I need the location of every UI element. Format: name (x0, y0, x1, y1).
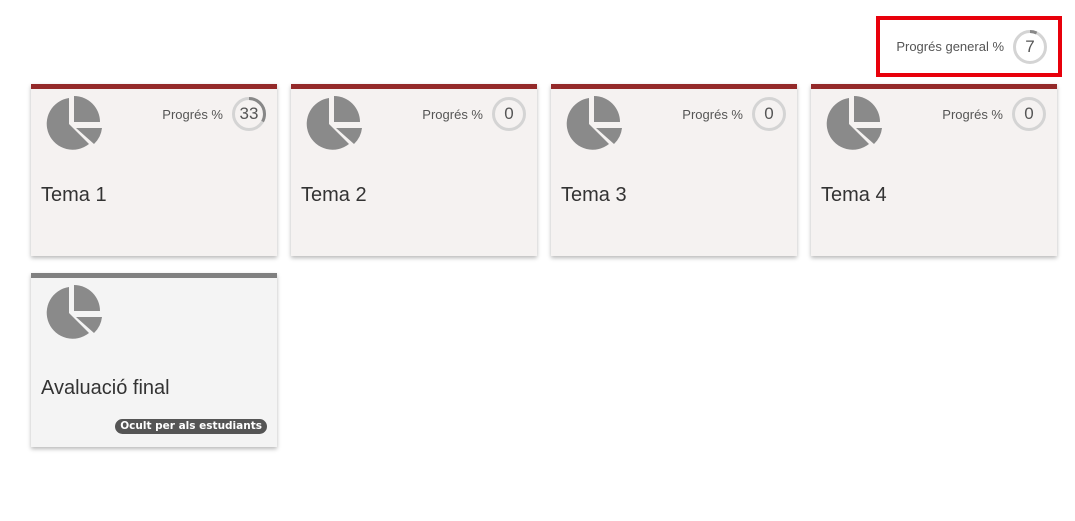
overall-progress: Progrés general % 7 (876, 16, 1062, 77)
tile-progress-value: 33 (239, 104, 259, 123)
tile-progress-label: Progrés % (942, 106, 1003, 122)
tile-progress-ring: 0 (1011, 96, 1047, 132)
tile-top-bar (551, 84, 797, 89)
tile-title[interactable]: Tema 1 (41, 184, 107, 207)
pie-chart-icon (43, 283, 105, 348)
tile-progress-label: Progrés % (422, 106, 483, 122)
tile-avaluacio-final[interactable]: Avaluació final Ocult per als estudiants (31, 273, 277, 447)
tile-progress-value: 0 (504, 104, 514, 123)
tile-top-bar (31, 84, 277, 89)
tile-progress-ring: 0 (751, 96, 787, 132)
tile-progress-ring: 33 (231, 96, 267, 132)
tile-progress: Progrés % 0 (682, 96, 787, 132)
tile-progress-value: 0 (1024, 104, 1034, 123)
tile-title[interactable]: Tema 4 (821, 184, 887, 207)
tile-progress-label: Progrés % (682, 106, 743, 122)
tile-title[interactable]: Tema 2 (301, 184, 367, 207)
tile-tema-1[interactable]: Progrés % 33 Tema 1 (31, 84, 277, 256)
tile-progress: Progrés % 33 (162, 96, 267, 132)
tile-progress-ring: 0 (491, 96, 527, 132)
tile-progress-value: 0 (764, 104, 774, 123)
pie-chart-icon (43, 94, 105, 159)
pie-chart-icon (823, 94, 885, 159)
pie-chart-icon (303, 94, 365, 159)
overall-progress-label: Progrés general % (896, 39, 1004, 54)
tile-tema-3[interactable]: Progrés % 0 Tema 3 (551, 84, 797, 256)
tile-top-bar (811, 84, 1057, 89)
overall-progress-ring: 7 (1012, 29, 1048, 65)
tile-top-bar (31, 273, 277, 278)
pie-chart-icon (563, 94, 625, 159)
tile-tema-4[interactable]: Progrés % 0 Tema 4 (811, 84, 1057, 256)
tile-progress-label: Progrés % (162, 106, 223, 122)
tile-title[interactable]: Tema 3 (561, 184, 627, 207)
tile-progress: Progrés % 0 (942, 96, 1047, 132)
tile-tema-2[interactable]: Progrés % 0 Tema 2 (291, 84, 537, 256)
tile-progress: Progrés % 0 (422, 96, 527, 132)
tile-top-bar (291, 84, 537, 89)
overall-progress-value: 7 (1025, 36, 1035, 56)
hidden-badge: Ocult per als estudiants (115, 419, 267, 434)
tile-title[interactable]: Avaluació final (41, 377, 170, 400)
